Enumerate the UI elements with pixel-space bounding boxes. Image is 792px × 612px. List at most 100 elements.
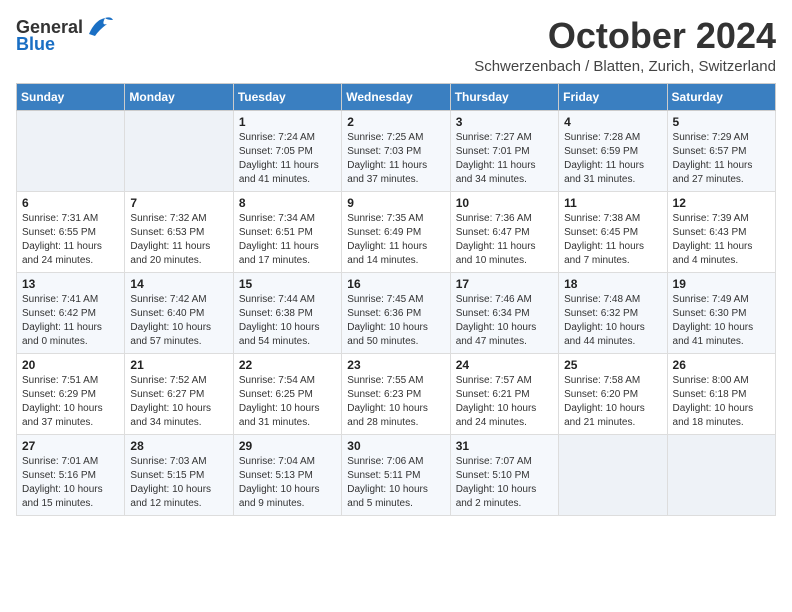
day-number: 29 [239,439,336,453]
calendar-cell: 11Sunrise: 7:38 AMSunset: 6:45 PMDayligh… [559,191,667,272]
day-number: 3 [456,115,553,129]
day-info: Sunrise: 7:03 AMSunset: 5:15 PMDaylight:… [130,455,227,511]
sunset-text: Sunset: 5:10 PM [456,469,553,483]
day-number: 27 [22,439,119,453]
calendar-table: SundayMondayTuesdayWednesdayThursdayFrid… [16,83,776,516]
day-info: Sunrise: 7:54 AMSunset: 6:25 PMDaylight:… [239,374,336,430]
month-title: October 2024 [474,16,776,56]
daylight-text: Daylight: 11 hours and 34 minutes. [456,159,553,187]
sunrise-text: Sunrise: 7:29 AM [673,131,770,145]
sunrise-text: Sunrise: 7:07 AM [456,455,553,469]
day-info: Sunrise: 7:44 AMSunset: 6:38 PMDaylight:… [239,293,336,349]
day-number: 18 [564,277,661,291]
sunrise-text: Sunrise: 7:36 AM [456,212,553,226]
day-info: Sunrise: 8:00 AMSunset: 6:18 PMDaylight:… [673,374,770,430]
calendar-cell: 23 Sunrise: 7:55 AMSunset: 6:23 PMDayligh… [342,353,450,434]
day-number: 24 [456,358,553,372]
sunset-text: Sunset: 5:15 PM [130,469,227,483]
calendar-cell: 15Sunrise: 7:44 AMSunset: 6:38 PMDayligh… [233,272,341,353]
daylight-text: Daylight: 11 hours and 10 minutes. [456,240,553,268]
day-number: 13 [22,277,119,291]
daylight-text: Daylight: 10 hours and 21 minutes. [564,402,661,430]
sunset-text: Sunset: 5:11 PM [347,469,444,483]
sunset-text: Sunset: 7:03 PM [347,145,444,159]
calendar-cell: 29Sunrise: 7:04 AMSunset: 5:13 PMDayligh… [233,434,341,515]
daylight-text: Daylight: 11 hours and 17 minutes. [239,240,336,268]
sunset-text: Sunset: 6:34 PM [456,307,553,321]
day-number: 20 [22,358,119,372]
sunset-text: Sunset: 6:29 PM [22,388,119,402]
daylight-text: Daylight: 10 hours and 24 minutes. [456,402,553,430]
logo: General Blue [16,16,113,55]
day-number: 30 [347,439,444,453]
sunset-text: Sunset: 6:27 PM [130,388,227,402]
day-info: Sunrise: 7:51 AMSunset: 6:29 PMDaylight:… [22,374,119,430]
day-number: 12 [673,196,770,210]
calendar-week-row: 27 Sunrise: 7:01 AMSunset: 5:16 PMDayligh… [17,434,776,515]
sunset-text: Sunset: 7:01 PM [456,145,553,159]
daylight-text: Daylight: 10 hours and 50 minutes. [347,321,444,349]
calendar-header-thursday: Thursday [450,83,558,110]
calendar-header-row: SundayMondayTuesdayWednesdayThursdayFrid… [17,83,776,110]
day-info: Sunrise: 7:25 AMSunset: 7:03 PMDaylight:… [347,131,444,187]
sunrise-text: Sunrise: 7:28 AM [564,131,661,145]
title-block: October 2024 Schwerzenbach / Blatten, Zu… [474,16,776,75]
daylight-text: Daylight: 11 hours and 14 minutes. [347,240,444,268]
day-info: Sunrise: 7:55 AMSunset: 6:23 PMDaylight:… [347,374,444,430]
daylight-text: Daylight: 10 hours and 41 minutes. [673,321,770,349]
page-header: General Blue October 2024 Schwerzenbach … [16,16,776,75]
sunset-text: Sunset: 6:55 PM [22,226,119,240]
daylight-text: Daylight: 10 hours and 12 minutes. [130,483,227,511]
calendar-header-friday: Friday [559,83,667,110]
day-info: Sunrise: 7:42 AMSunset: 6:40 PMDaylight:… [130,293,227,349]
daylight-text: Daylight: 10 hours and 2 minutes. [456,483,553,511]
sunrise-text: Sunrise: 7:06 AM [347,455,444,469]
sunrise-text: Sunrise: 7:46 AM [456,293,553,307]
sunset-text: Sunset: 6:36 PM [347,307,444,321]
sunset-text: Sunset: 6:49 PM [347,226,444,240]
day-number: 11 [564,196,661,210]
sunset-text: Sunset: 6:57 PM [673,145,770,159]
day-number: 14 [130,277,227,291]
sunset-text: Sunset: 6:21 PM [456,388,553,402]
sunset-text: Sunset: 6:42 PM [22,307,119,321]
calendar-cell: 5Sunrise: 7:29 AMSunset: 6:57 PMDaylight… [667,110,775,191]
day-number: 2 [347,115,444,129]
sunrise-text: Sunrise: 7:58 AM [564,374,661,388]
sunset-text: Sunset: 6:38 PM [239,307,336,321]
sunset-text: Sunset: 6:18 PM [673,388,770,402]
day-info: Sunrise: 7:06 AMSunset: 5:11 PMDaylight:… [347,455,444,511]
day-info: Sunrise: 7:29 AMSunset: 6:57 PMDaylight:… [673,131,770,187]
calendar-cell: 14 Sunrise: 7:42 AMSunset: 6:40 PMDayligh… [125,272,233,353]
day-info: Sunrise: 7:48 AMSunset: 6:32 PMDaylight:… [564,293,661,349]
sunset-text: Sunset: 6:51 PM [239,226,336,240]
calendar-cell: 22Sunrise: 7:54 AMSunset: 6:25 PMDayligh… [233,353,341,434]
sunrise-text: Sunrise: 7:24 AM [239,131,336,145]
calendar-cell [17,110,125,191]
sunrise-text: Sunrise: 7:31 AM [22,212,119,226]
calendar-cell: 19Sunrise: 7:49 AMSunset: 6:30 PMDayligh… [667,272,775,353]
day-number: 23 [347,358,444,372]
sunrise-text: Sunrise: 7:39 AM [673,212,770,226]
sunrise-text: Sunrise: 7:48 AM [564,293,661,307]
daylight-text: Daylight: 11 hours and 20 minutes. [130,240,227,268]
calendar-cell: 17Sunrise: 7:46 AMSunset: 6:34 PMDayligh… [450,272,558,353]
calendar-cell: 3Sunrise: 7:27 AMSunset: 7:01 PMDaylight… [450,110,558,191]
day-info: Sunrise: 7:01 AMSunset: 5:16 PMDaylight:… [22,455,119,511]
sunset-text: Sunset: 6:25 PM [239,388,336,402]
sunrise-text: Sunrise: 7:51 AM [22,374,119,388]
sunset-text: Sunset: 6:23 PM [347,388,444,402]
calendar-header-sunday: Sunday [17,83,125,110]
day-number: 9 [347,196,444,210]
day-info: Sunrise: 7:34 AMSunset: 6:51 PMDaylight:… [239,212,336,268]
day-info: Sunrise: 7:32 AMSunset: 6:53 PMDaylight:… [130,212,227,268]
day-info: Sunrise: 7:35 AMSunset: 6:49 PMDaylight:… [347,212,444,268]
daylight-text: Daylight: 10 hours and 54 minutes. [239,321,336,349]
sunset-text: Sunset: 5:13 PM [239,469,336,483]
day-number: 8 [239,196,336,210]
daylight-text: Daylight: 10 hours and 34 minutes. [130,402,227,430]
sunset-text: Sunset: 5:16 PM [22,469,119,483]
sunrise-text: Sunrise: 7:49 AM [673,293,770,307]
calendar-cell [667,434,775,515]
calendar-cell: 16Sunrise: 7:45 AMSunset: 6:36 PMDayligh… [342,272,450,353]
